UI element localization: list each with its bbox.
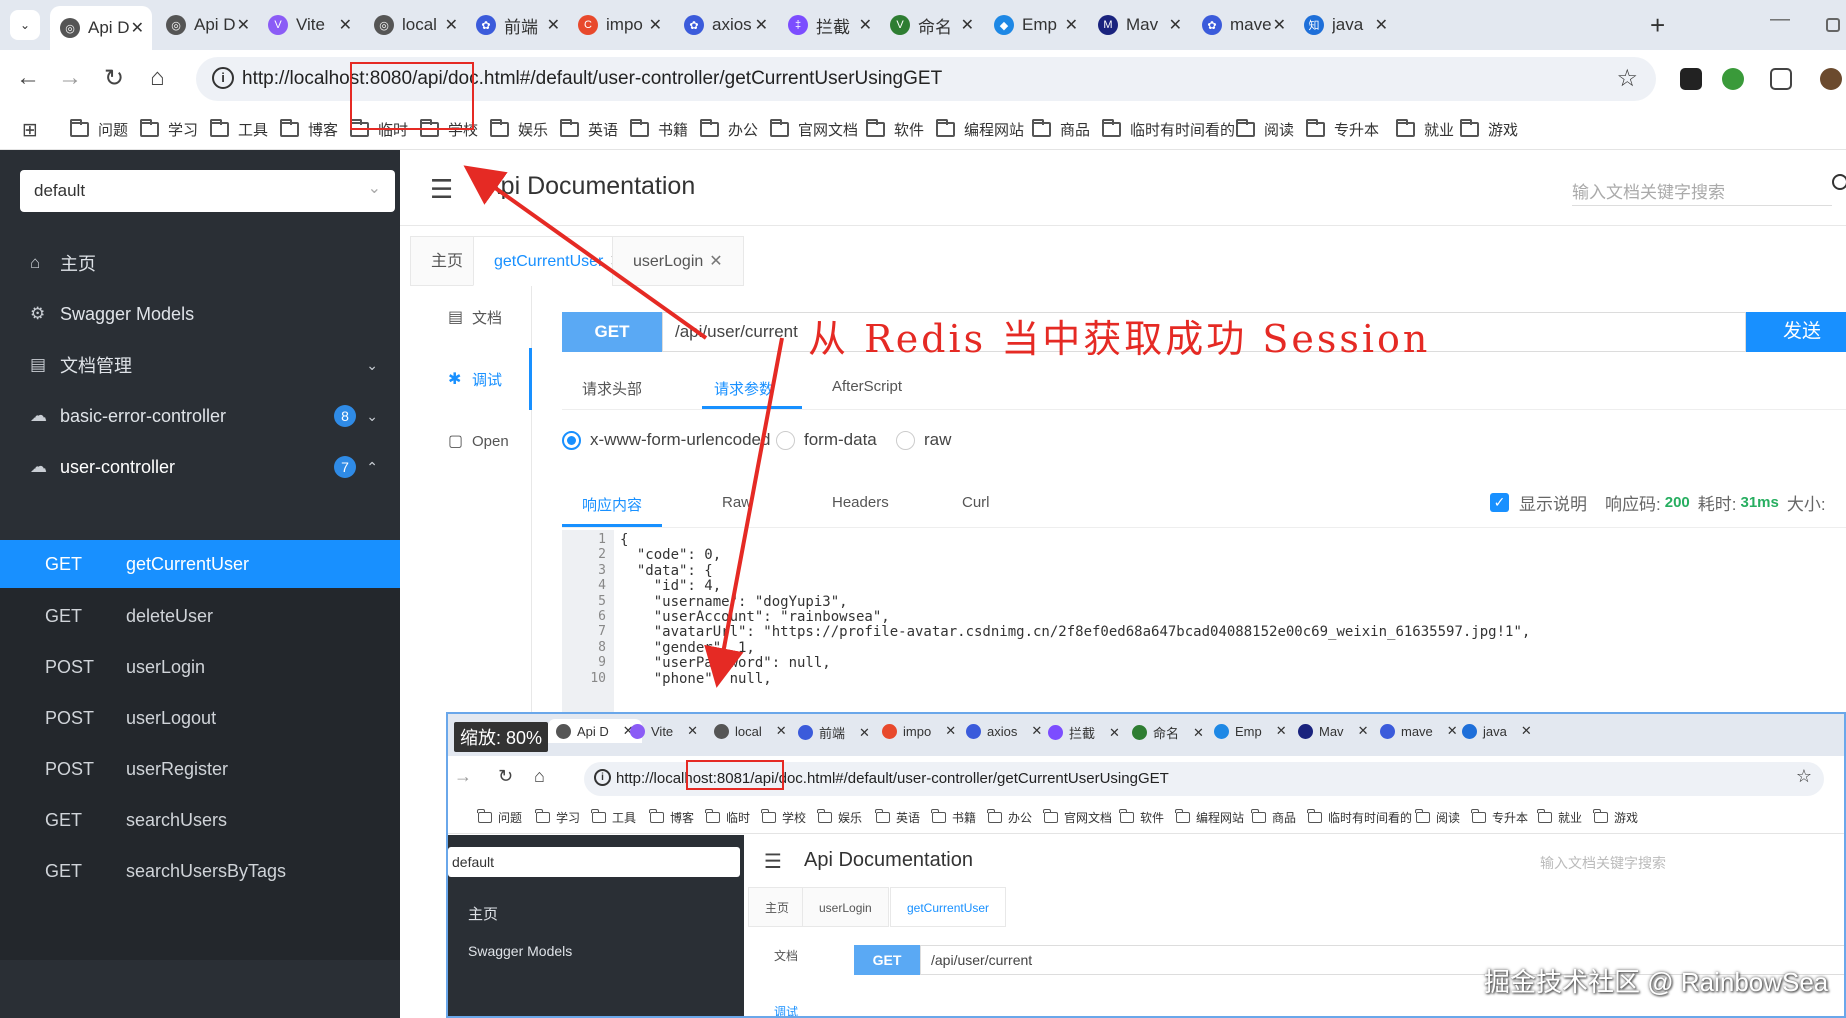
arrow-to-8081 [704,337,784,688]
arrow-to-8080 [463,165,708,340]
annotation-arrows [463,165,784,688]
